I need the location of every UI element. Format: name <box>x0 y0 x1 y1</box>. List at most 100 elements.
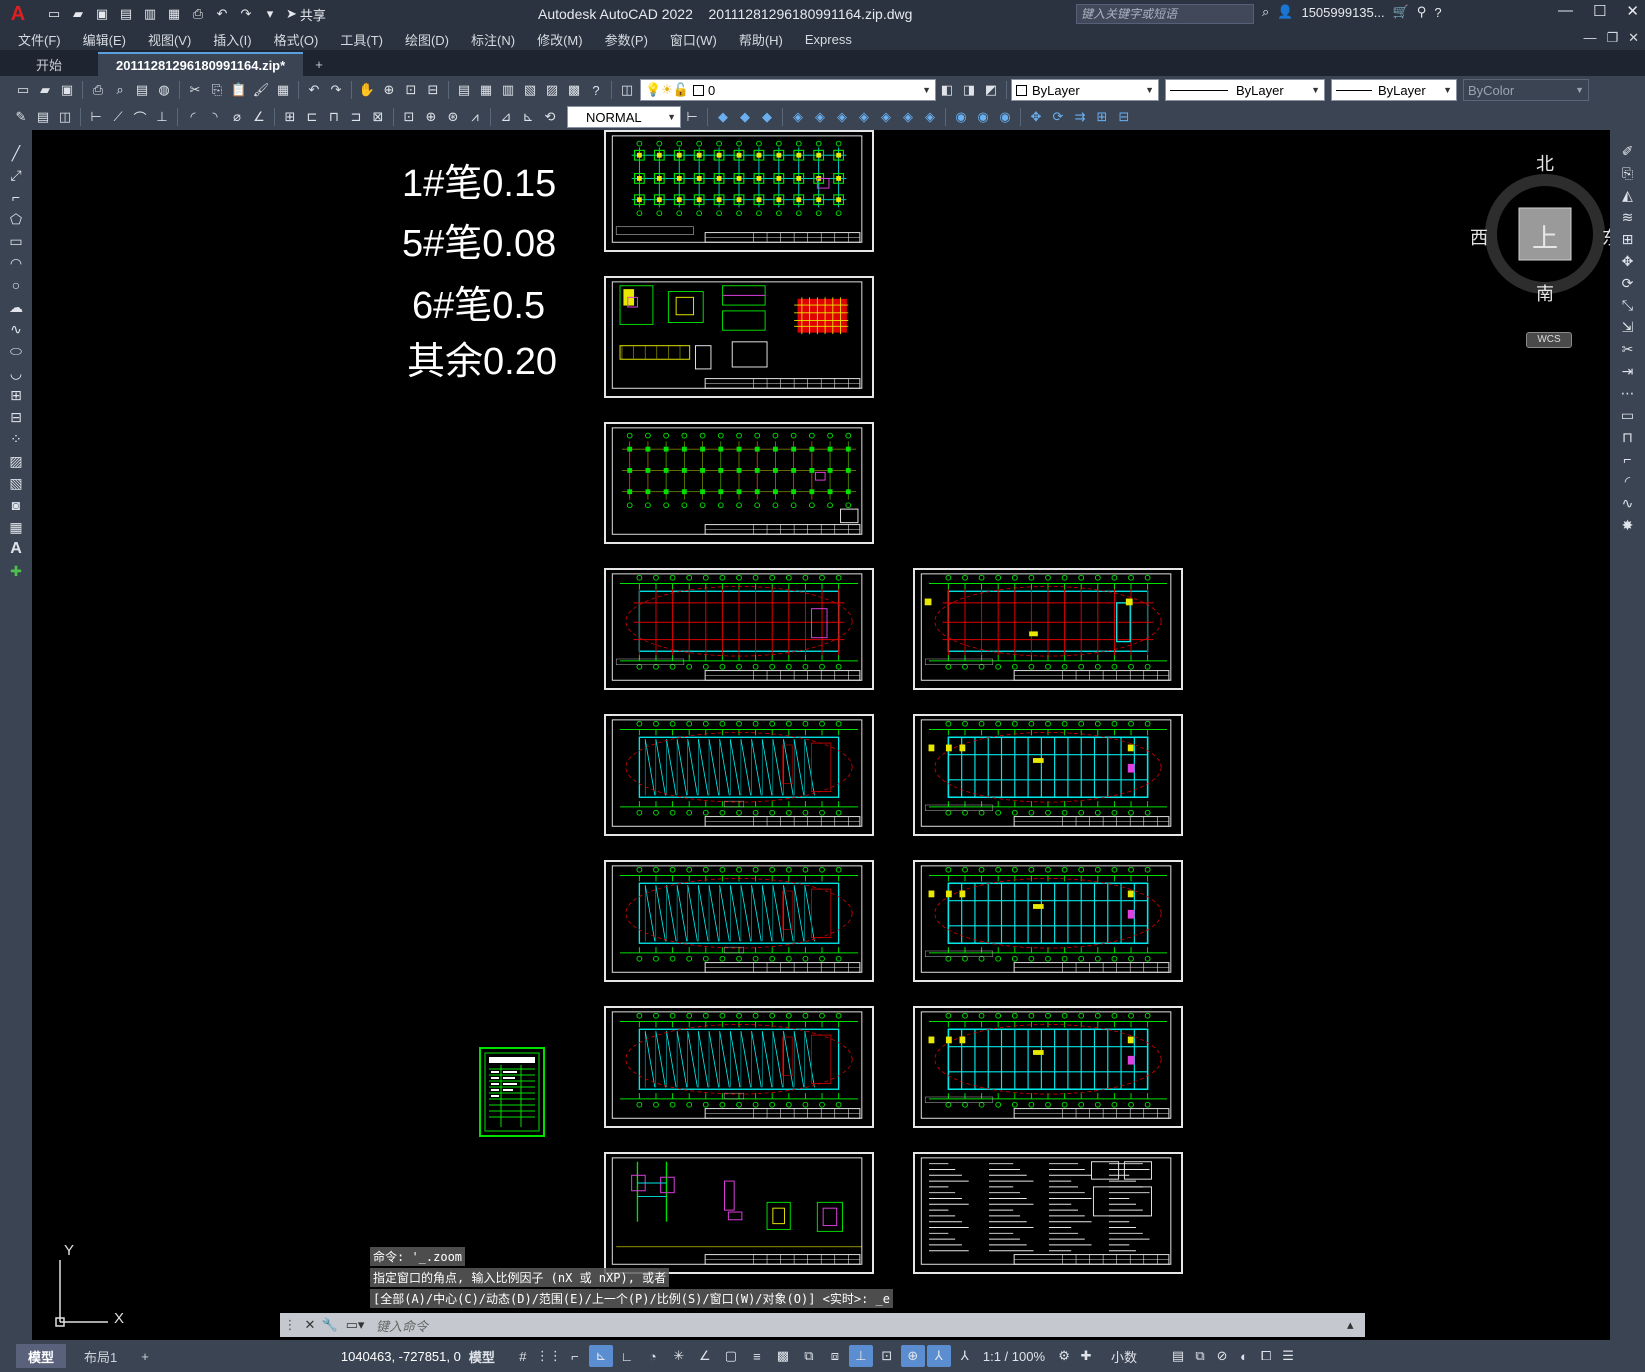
drawing-sheet[interactable] <box>604 422 874 544</box>
spline-icon[interactable]: ∿ <box>4 318 28 340</box>
menu-draw[interactable]: 绘图(D) <box>394 30 460 49</box>
pan-icon[interactable]: ✋ <box>356 79 378 101</box>
tab-layout1[interactable]: 布局1 <box>72 1344 129 1368</box>
inspect-icon[interactable]: ⊛ <box>442 106 464 128</box>
3d-print-icon[interactable]: ◍ <box>153 79 175 101</box>
circle-icon[interactable]: ○ <box>4 274 28 296</box>
sheet-set-icon[interactable]: ▧ <box>519 79 541 101</box>
annotation-monitor-icon[interactable]: ✚ <box>1075 1345 1097 1367</box>
union-icon[interactable]: ◈ <box>787 106 809 128</box>
trim-icon[interactable]: ✂ <box>1615 338 1641 360</box>
menu-tools[interactable]: 工具(T) <box>329 30 394 49</box>
copy-object-icon[interactable]: ⎘ <box>1615 162 1641 184</box>
scale-icon[interactable]: ⤡ <box>1615 294 1641 316</box>
gradient-icon[interactable]: ▧ <box>4 472 28 494</box>
minimize-icon[interactable]: — <box>1558 2 1573 20</box>
baseline-icon[interactable]: ⊏ <box>301 106 323 128</box>
tab-model[interactable]: 模型 <box>16 1344 67 1368</box>
plot-icon[interactable]: ⎙ <box>188 5 208 23</box>
lock-ui-icon[interactable]: ⧉ <box>1189 1345 1211 1367</box>
table-edit-icon[interactable]: ▤ <box>32 106 54 128</box>
dim-text-edit-icon[interactable]: ⊾ <box>517 106 539 128</box>
arc-length-icon[interactable]: ⌒ <box>129 106 151 128</box>
wcs-menu[interactable]: WCS <box>1526 332 1572 348</box>
explode-icon[interactable]: ✸ <box>1615 514 1641 536</box>
save-as-icon[interactable]: ▤ <box>116 5 136 23</box>
dim-style-icon[interactable]: ⊢ <box>681 106 703 128</box>
make-current-layer-icon[interactable]: ◧ <box>936 79 958 101</box>
zoom-previous-icon[interactable]: ⊟ <box>422 79 444 101</box>
drawing-sheet[interactable] <box>604 130 874 252</box>
menu-dimension[interactable]: 标注(N) <box>460 30 526 49</box>
quick-dimension-icon[interactable]: ⊞ <box>279 106 301 128</box>
intersect-icon[interactable]: ◈ <box>831 106 853 128</box>
lineweight-icon[interactable]: ≡ <box>745 1345 769 1367</box>
copy-icon[interactable]: ⎘ <box>206 79 228 101</box>
save-icon[interactable]: ▣ <box>56 79 78 101</box>
menu-insert[interactable]: 插入(I) <box>202 30 262 49</box>
hardware-acceleration-icon[interactable]: ◐ <box>1233 1345 1255 1367</box>
tab-drawing[interactable]: 20111281296180991164.zip* <box>98 52 304 76</box>
drawing-sheet[interactable] <box>604 568 874 690</box>
open-icon[interactable]: ▰ <box>68 5 88 23</box>
annotation-scale[interactable]: 1:1 / 100% <box>983 1349 1045 1364</box>
viewcube-east[interactable]: 东 <box>1602 224 1610 250</box>
shell-icon[interactable]: ◉ <box>950 106 972 128</box>
ordinate-icon[interactable]: ⊥ <box>151 106 173 128</box>
center-mark-icon[interactable]: ⊕ <box>420 106 442 128</box>
blend-curves-icon[interactable]: ∿ <box>1615 492 1641 514</box>
sweep-icon[interactable]: ◈ <box>897 106 919 128</box>
3d-box-icon[interactable]: ◆ <box>712 106 734 128</box>
construction-line-icon[interactable]: ⤢ <box>4 164 28 186</box>
search-icon[interactable]: ⌕ <box>1262 4 1269 20</box>
app-store-icon[interactable]: ⚲ <box>1417 4 1427 20</box>
help-search-input[interactable]: 键入关键字或短语 <box>1076 4 1254 24</box>
drawing-sheet[interactable] <box>604 1152 874 1274</box>
slice-icon[interactable]: ◉ <box>972 106 994 128</box>
plot-preview-icon[interactable]: ⌕ <box>109 79 131 101</box>
help-icon[interactable]: ? <box>585 79 607 101</box>
menu-format[interactable]: 格式(O) <box>263 30 330 49</box>
chamfer-icon[interactable]: ⌐ <box>1615 448 1641 470</box>
redo-icon[interactable]: ↷ <box>236 5 256 23</box>
object-snap-icon[interactable]: ▢ <box>719 1345 743 1367</box>
subtract-icon[interactable]: ◈ <box>809 106 831 128</box>
design-center-icon[interactable]: ▦ <box>475 79 497 101</box>
break-icon[interactable]: ▭ <box>1615 404 1641 426</box>
stretch-icon[interactable]: ⇲ <box>1615 316 1641 338</box>
open-from-web-icon[interactable]: ▥ <box>140 5 160 23</box>
command-input[interactable]: 键入命令 <box>370 1316 1347 1335</box>
3d-rotate-icon[interactable]: ⟳ <box>1047 106 1069 128</box>
polygon-icon[interactable]: ⬠ <box>4 208 28 230</box>
new-icon[interactable]: ▭ <box>44 5 64 23</box>
drawing-sheet[interactable] <box>913 1006 1183 1128</box>
command-grip[interactable]: ⋮ <box>280 1317 300 1333</box>
jogged-linear-icon[interactable]: ⩘ <box>464 106 486 128</box>
3d-array-icon[interactable]: ⊞ <box>1091 106 1113 128</box>
drawing-sheet[interactable] <box>604 860 874 982</box>
coordinates-readout[interactable]: 1040463, -727851, 0 <box>341 1349 461 1364</box>
annotation-visibility-icon[interactable]: ⅄ <box>926 1345 951 1367</box>
doc-minimize-icon[interactable]: — <box>1583 30 1596 46</box>
3d-osnap-icon[interactable]: ⧈ <box>823 1345 847 1367</box>
continue-icon[interactable]: ⊓ <box>323 106 345 128</box>
revolve-icon[interactable]: ◈ <box>875 106 897 128</box>
isometric-icon[interactable]: ✳ <box>667 1345 691 1367</box>
menu-window[interactable]: 窗口(W) <box>659 30 728 49</box>
zoom-window-icon[interactable]: ⊡ <box>400 79 422 101</box>
doc-close-icon[interactable]: ✕ <box>1628 30 1639 46</box>
tab-start[interactable]: 开始 <box>0 52 98 76</box>
auto-scale-icon[interactable]: ⅄ <box>953 1345 977 1367</box>
snap-icon[interactable]: ⋮⋮ <box>536 1345 562 1367</box>
close-command-icon[interactable]: ✕ <box>300 1317 320 1333</box>
extrude-icon[interactable]: ◈ <box>853 106 875 128</box>
dim-edit-icon[interactable]: ⊿ <box>495 106 517 128</box>
menu-express[interactable]: Express <box>794 32 863 47</box>
ellipse-arc-icon[interactable]: ◡ <box>4 362 28 384</box>
move-icon[interactable]: ✥ <box>1615 250 1641 272</box>
drawing-index-table[interactable] <box>479 1047 545 1137</box>
drawing-sheet[interactable] <box>913 568 1183 690</box>
viewcube-south[interactable]: 南 <box>1536 280 1554 306</box>
calculator-icon[interactable]: ▩ <box>563 79 585 101</box>
drawing-canvas[interactable]: 1#笔0.15 5#笔0.08 6#笔0.5 其余0.20 北 南 西 东 上 … <box>32 130 1610 1340</box>
